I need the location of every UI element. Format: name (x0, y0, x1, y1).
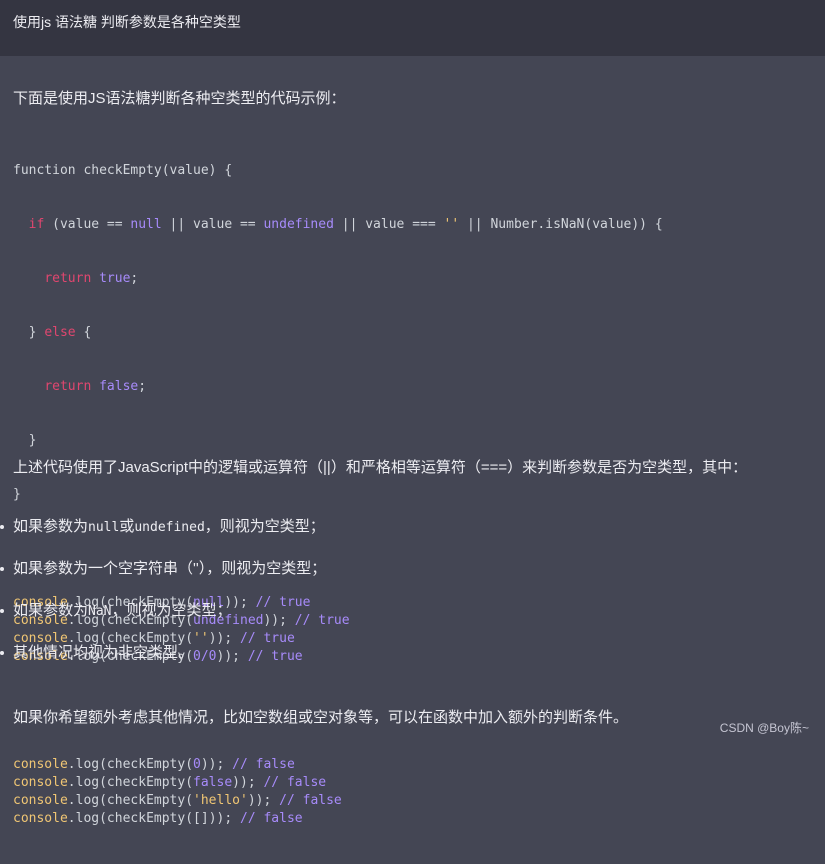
console-log-group: console.log(checkEmpty(0)); // false cons… (13, 756, 663, 828)
code-string: '' (443, 217, 460, 232)
code-keyword: if (28, 217, 45, 232)
code-line: function checkEmpty(value) { (13, 162, 663, 180)
prompt-text: 使用js 语法糖 判断参数是各种空类型 (13, 14, 241, 30)
code-literal: false (99, 379, 139, 394)
code-line: } (13, 432, 663, 450)
code-text: )); (208, 811, 240, 826)
code-line: } (13, 486, 663, 504)
code-text: || value == (161, 217, 264, 232)
code-console: console (13, 757, 68, 772)
bullet-code: undefined (134, 520, 205, 535)
bullet-item: 其他情况均视为非空类型。 (0, 642, 326, 684)
bullet-text: 如果参数为一个空字符串（''），则视为空类型； (13, 560, 327, 577)
bullet-text: 如果参数为 (13, 602, 89, 619)
code-console: console (13, 811, 68, 826)
code-text: .log(checkEmpty( (67, 775, 194, 790)
code-text: (value == (44, 217, 131, 232)
code-text: )); (232, 775, 264, 790)
console-log-line: console.log(checkEmpty([])); // false (13, 810, 663, 828)
code-text: } (13, 325, 45, 340)
code-keyword: return (44, 379, 92, 394)
code-text: .log(checkEmpty( (67, 793, 194, 808)
code-literal: true (99, 271, 131, 286)
code-text: .log(checkEmpty( (67, 811, 194, 826)
code-comment: // false (232, 757, 295, 772)
code-comment: // false (240, 811, 303, 826)
code-text: || value === (333, 217, 444, 232)
code-text: { (75, 325, 92, 340)
code-argument: 0 (193, 757, 201, 772)
console-log-line: console.log(checkEmpty(false)); // false (13, 774, 663, 792)
bullet-text: 如果参数为 (13, 518, 89, 535)
console-log-line: console.log(checkEmpty('hello')); // fal… (13, 792, 663, 810)
code-comment: // false (279, 793, 342, 808)
code-text: .log(checkEmpty( (67, 757, 194, 772)
code-argument: 'hello' (193, 793, 248, 808)
answer-closing: 如果你希望额外考虑其他情况，比如空数组或空对象等，可以在函数中加入额外的判断条件… (13, 709, 629, 726)
code-line: } else { (13, 324, 663, 342)
bullet-item: 如果参数为NaN，则视为空类型； (0, 600, 326, 642)
bullet-item: 如果参数为一个空字符串（''），则视为空类型； (0, 558, 326, 600)
code-line: return true; (44, 271, 139, 286)
code-text: )); (247, 793, 280, 808)
code-text: )); (200, 757, 233, 772)
code-keyword: return (44, 271, 92, 286)
bullet-text: 或 (119, 518, 135, 535)
bullet-text: 其他情况均视为非空类型。 (13, 644, 194, 661)
watermark: CSDN @Boy陈~ (719, 721, 809, 735)
answer-summary: 上述代码使用了JavaScript中的逻辑或运算符（||）和严格相等运算符（==… (13, 459, 748, 476)
code-argument: false (193, 775, 233, 790)
code-literal: null (130, 217, 162, 232)
code-literal: undefined (263, 217, 334, 232)
code-block: function checkEmpty(value) { if (value =… (13, 126, 663, 864)
answer-intro: 下面是使用JS语法糖判断各种空类型的代码示例： (13, 90, 346, 107)
code-console: console (13, 793, 68, 808)
code-text: function checkEmpty(value) { (13, 163, 233, 178)
bullet-code: null (88, 520, 120, 535)
bullet-item: 如果参数为null或undefined，则视为空类型； (0, 516, 326, 558)
code-text: || Number.isNaN(value)) { (459, 217, 663, 232)
code-text: } (13, 487, 21, 502)
code-comment: // false (263, 775, 327, 790)
bullet-text: ，则视为空类型； (204, 518, 325, 535)
prompt-bar: 使用js 语法糖 判断参数是各种空类型 (0, 0, 825, 56)
code-console: console (13, 775, 68, 790)
code-keyword: else (44, 325, 76, 340)
console-log-line: console.log(checkEmpty(0)); // false (13, 756, 663, 774)
bullet-text: ，则视为空类型； (111, 602, 232, 619)
code-line: if (value == null || value == undefined … (13, 216, 663, 234)
code-line: return false; (44, 379, 147, 394)
code-text: } (13, 433, 37, 448)
bullet-list: 如果参数为null或undefined，则视为空类型； 如果参数为一个空字符串（'… (0, 516, 326, 684)
bullet-code: NaN (88, 604, 112, 619)
code-argument: [] (193, 811, 209, 826)
